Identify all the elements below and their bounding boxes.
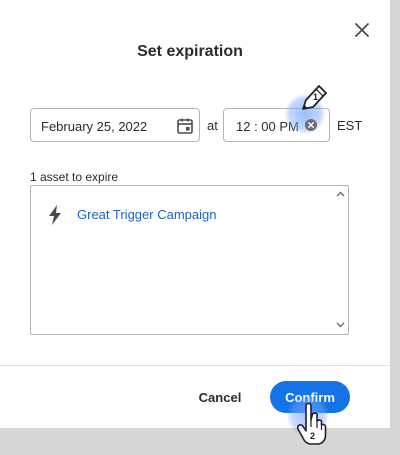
footer-divider: [0, 365, 390, 366]
asset-list[interactable]: Great Trigger Campaign: [30, 185, 349, 335]
cancel-button[interactable]: Cancel: [180, 381, 260, 413]
date-picker-field[interactable]: February 25, 2022: [30, 108, 200, 142]
hand-cursor-icon: 2: [296, 402, 327, 445]
set-expiration-dialog: Set expiration February 25, 2022 at 12 :…: [0, 0, 390, 428]
scroll-up-icon[interactable]: [336, 191, 345, 197]
step-1-badge: 1: [313, 92, 318, 102]
scroll-down-icon[interactable]: [336, 322, 345, 328]
close-icon[interactable]: [352, 20, 372, 40]
calendar-icon[interactable]: [176, 117, 194, 135]
at-label: at: [207, 118, 218, 133]
pencil-cursor-icon: 1: [302, 85, 327, 110]
clear-icon[interactable]: [305, 119, 317, 131]
step-2-badge: 2: [310, 431, 315, 441]
asset-link[interactable]: Great Trigger Campaign: [77, 207, 216, 222]
assets-count-label: 1 asset to expire: [30, 170, 119, 184]
date-value: February 25, 2022: [41, 119, 148, 134]
dialog-title: Set expiration: [137, 43, 243, 60]
lightning-bolt-icon: [49, 205, 61, 225]
timezone-label: EST: [337, 118, 363, 133]
